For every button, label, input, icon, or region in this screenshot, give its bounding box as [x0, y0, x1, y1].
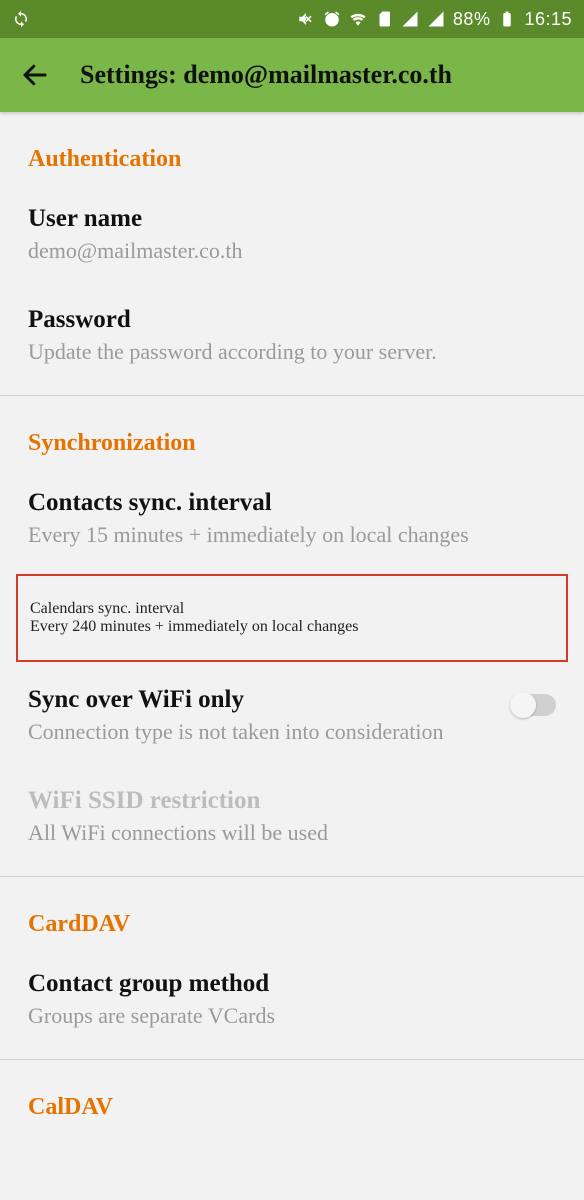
section-header-caldav: CalDAV	[0, 1060, 584, 1149]
item-title: Sync over WiFi only	[28, 684, 494, 715]
item-subtitle: All WiFi connections will be used	[28, 818, 556, 848]
item-title: User name	[28, 203, 556, 234]
item-contacts-sync-interval[interactable]: Contacts sync. interval Every 15 minutes…	[0, 469, 584, 570]
item-subtitle: Groups are separate VCards	[28, 1001, 556, 1031]
battery-icon	[498, 10, 516, 28]
sim-icon	[375, 10, 393, 28]
item-subtitle: Update the password according to your se…	[28, 337, 556, 367]
item-title: Contact group method	[28, 968, 556, 999]
mute-icon	[297, 10, 315, 28]
item-sync-wifi-only[interactable]: Sync over WiFi only Connection type is n…	[0, 666, 584, 767]
item-subtitle: Every 240 minutes + immediately on local…	[30, 618, 554, 636]
signal-2-icon	[427, 10, 445, 28]
clock-text: 16:15	[524, 9, 572, 30]
battery-percent: 88%	[453, 9, 491, 30]
item-username[interactable]: User name demo@mailmaster.co.th	[0, 185, 584, 286]
item-calendars-sync-interval[interactable]: Calendars sync. interval Every 240 minut…	[16, 574, 568, 662]
item-subtitle: Connection type is not taken into consid…	[28, 717, 494, 747]
item-wifi-ssid-restriction: WiFi SSID restriction All WiFi connectio…	[0, 767, 584, 868]
section-header-synchronization: Synchronization	[0, 396, 584, 469]
settings-list: Authentication User name demo@mailmaster…	[0, 112, 584, 1149]
section-header-carddav: CardDAV	[0, 877, 584, 950]
back-button[interactable]	[18, 58, 52, 92]
toggle-knob	[510, 692, 536, 718]
section-header-authentication: Authentication	[0, 112, 584, 185]
signal-1-icon	[401, 10, 419, 28]
item-title: WiFi SSID restriction	[28, 785, 556, 816]
item-subtitle: Every 15 minutes + immediately on local …	[28, 520, 556, 550]
item-title: Password	[28, 304, 556, 335]
wifi-only-toggle[interactable]	[510, 694, 556, 716]
item-subtitle: demo@mailmaster.co.th	[28, 236, 556, 266]
item-title: Calendars sync. interval	[30, 600, 554, 618]
sync-icon	[12, 10, 30, 28]
arrow-left-icon	[20, 60, 50, 90]
item-title: Contacts sync. interval	[28, 487, 556, 518]
app-bar: Settings: demo@mailmaster.co.th	[0, 38, 584, 112]
page-title: Settings: demo@mailmaster.co.th	[80, 60, 452, 90]
wifi-icon	[349, 10, 367, 28]
status-bar: 88% 16:15	[0, 0, 584, 38]
alarm-icon	[323, 10, 341, 28]
item-contact-group-method[interactable]: Contact group method Groups are separate…	[0, 950, 584, 1051]
item-password[interactable]: Password Update the password according t…	[0, 286, 584, 387]
